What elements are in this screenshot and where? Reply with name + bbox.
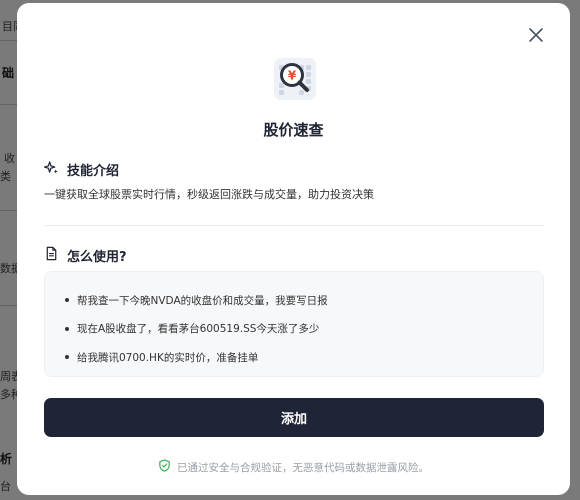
section-divider bbox=[44, 225, 544, 226]
usage-heading: 怎么使用? bbox=[44, 246, 127, 265]
stock-lookup-icon: ¥ bbox=[273, 57, 317, 101]
intro-heading: 技能介绍 bbox=[43, 160, 120, 179]
close-icon[interactable] bbox=[528, 27, 544, 43]
bullet-icon bbox=[65, 355, 69, 360]
skill-modal: ¥ 股价速查 技能介绍 一键获取全球股票实时行情，秒级返回涨跌与成交量，助力投资… bbox=[17, 3, 570, 495]
svg-text:¥: ¥ bbox=[288, 69, 297, 83]
skill-title: 股价速查 bbox=[263, 121, 324, 139]
intro-text: 一键获取全球股票实时行情，秒级返回涨跌与成交量，助力投资决策 bbox=[44, 188, 374, 201]
document-icon bbox=[44, 246, 59, 265]
example-item: 现在A股收盘了，看看茅台600519.SS今天涨了多少 bbox=[65, 315, 543, 344]
sparkle-icon bbox=[43, 160, 59, 179]
security-notice-text: 已通过安全与合规验证，无恶意代码或数据泄露风险。 bbox=[177, 461, 429, 474]
usage-examples: 帮我查一下今晚NVDA的收盘价和成交量，我要写日报 现在A股收盘了，看看茅台60… bbox=[44, 271, 544, 377]
add-button[interactable]: 添加 bbox=[44, 398, 544, 437]
intro-heading-label: 技能介绍 bbox=[67, 164, 120, 179]
example-text: 给我腾讯0700.HK的实时价，准备挂单 bbox=[77, 351, 259, 364]
example-item: 给我腾讯0700.HK的实时价，准备挂单 bbox=[65, 343, 543, 372]
security-notice: 已通过安全与合规验证，无恶意代码或数据泄露风险。 bbox=[17, 459, 570, 475]
example-text: 帮我查一下今晚NVDA的收盘价和成交量，我要写日报 bbox=[77, 294, 328, 307]
bullet-icon bbox=[65, 298, 69, 303]
example-item: 帮我查一下今晚NVDA的收盘价和成交量，我要写日报 bbox=[65, 286, 543, 315]
usage-heading-label: 怎么使用? bbox=[67, 250, 127, 265]
shield-check-icon bbox=[158, 459, 171, 475]
bullet-icon bbox=[65, 326, 69, 331]
example-text: 现在A股收盘了，看看茅台600519.SS今天涨了多少 bbox=[77, 323, 320, 336]
